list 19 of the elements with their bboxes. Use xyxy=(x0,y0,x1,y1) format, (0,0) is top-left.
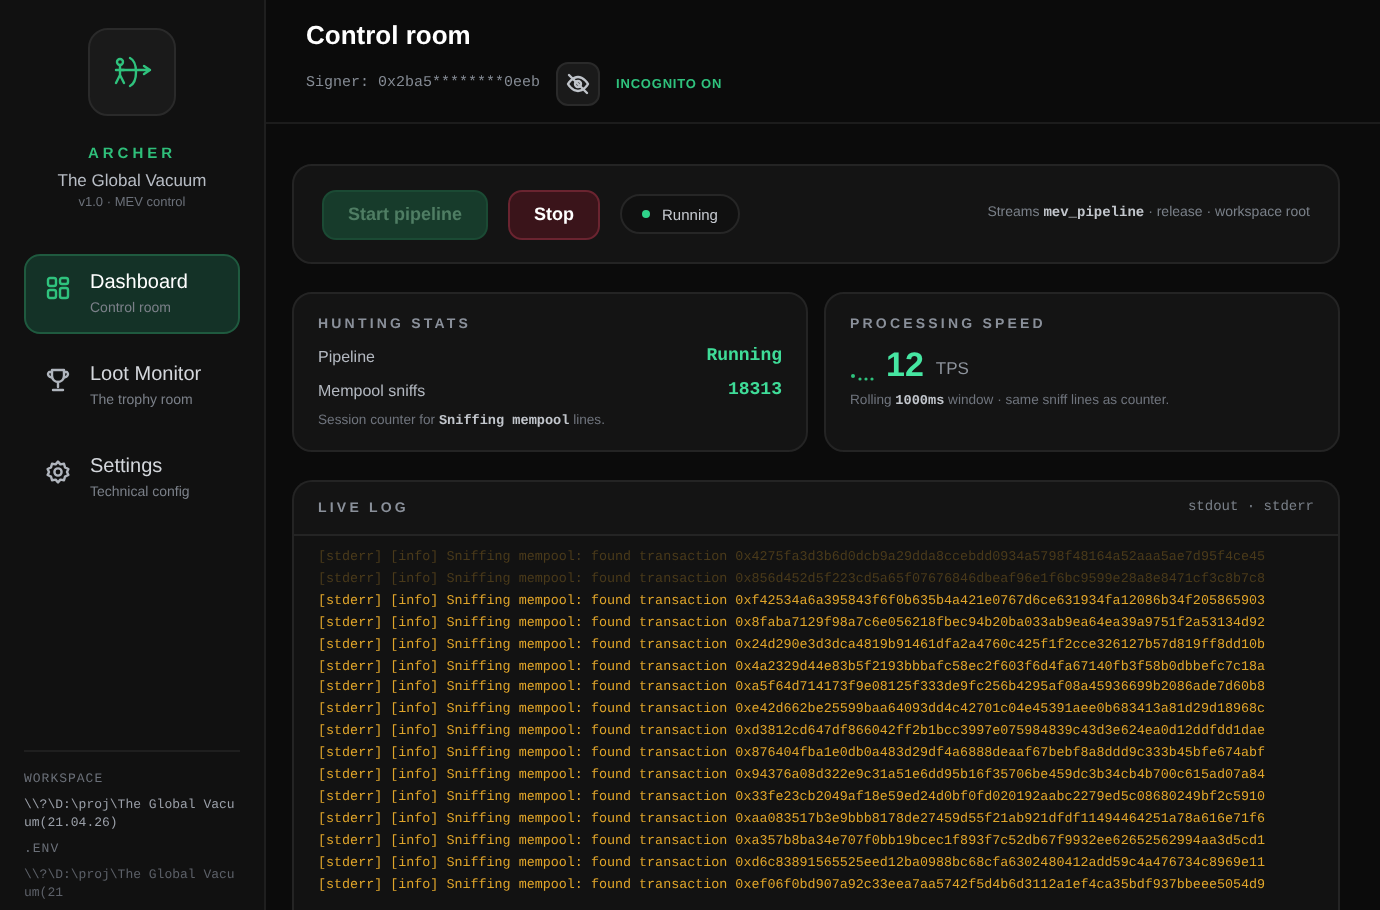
stop-button[interactable]: Stop xyxy=(508,189,601,239)
speed-value: 12 xyxy=(886,348,924,382)
eye-off-icon xyxy=(566,72,591,96)
archer-bow-icon xyxy=(110,56,154,88)
trophy-icon xyxy=(46,368,70,392)
page-title: Control room xyxy=(306,20,473,50)
settings-icon xyxy=(46,460,70,484)
sparkline-drawing xyxy=(850,370,874,382)
nav-item-label: Loot Monitor xyxy=(90,364,202,386)
stat-value: 18313 xyxy=(727,380,782,400)
nav-item-label: Dashboard xyxy=(90,272,188,294)
speed-unit: TPS xyxy=(935,358,969,378)
dashboard-grid-icon xyxy=(46,276,70,300)
nav-item-label: Settings xyxy=(90,456,165,478)
stat-label: Pipeline xyxy=(318,347,375,365)
stat-label: Mempool sniffs xyxy=(318,381,426,399)
incognito-toggle[interactable] xyxy=(556,62,601,106)
stat-value: Running xyxy=(706,346,782,366)
app-title: The Global Vacuum xyxy=(57,170,207,190)
